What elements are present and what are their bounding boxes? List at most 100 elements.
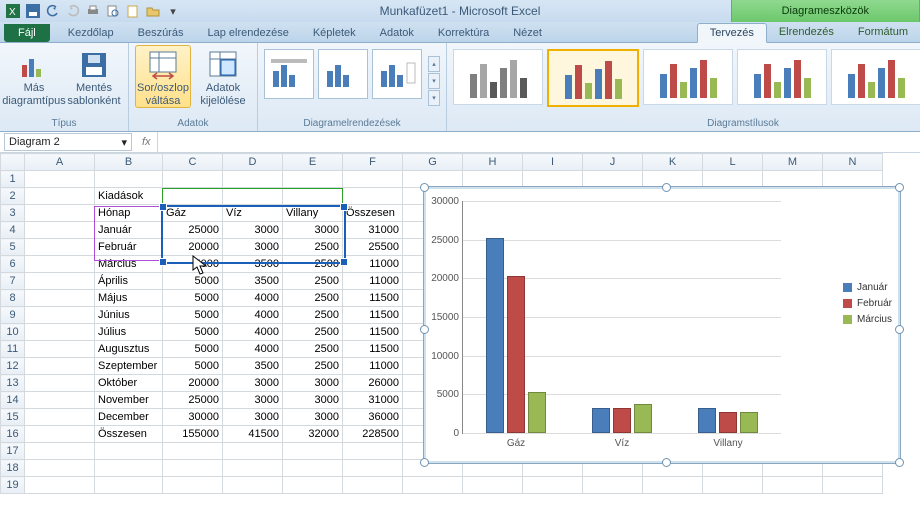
cell[interactable]: 5000 [163,341,223,358]
cell[interactable]: Április [95,273,163,290]
cell[interactable] [343,477,403,494]
cell[interactable] [25,205,95,222]
cell[interactable]: Szeptember [95,358,163,375]
cell[interactable] [583,477,643,494]
redo-icon[interactable] [66,4,80,18]
cell[interactable]: Március [95,256,163,273]
cell[interactable]: 5000 [163,307,223,324]
cell[interactable]: 2500 [283,341,343,358]
cell[interactable] [823,171,883,188]
row-header[interactable]: 9 [1,307,25,324]
cell[interactable] [25,256,95,273]
col-header[interactable]: G [403,154,463,171]
cell[interactable]: 20000 [163,375,223,392]
cell[interactable]: 3000 [223,239,283,256]
cell[interactable] [643,171,703,188]
chart-layout-option[interactable] [264,49,314,99]
cell[interactable] [25,239,95,256]
cell[interactable]: 5000 [163,273,223,290]
cell[interactable] [643,477,703,494]
cell[interactable] [523,477,583,494]
save-icon[interactable] [26,4,40,18]
cell[interactable] [25,426,95,443]
cell[interactable]: 31000 [343,222,403,239]
row-header[interactable]: 2 [1,188,25,205]
cell[interactable]: 11000 [343,358,403,375]
cell[interactable] [343,460,403,477]
chart-style-option[interactable] [831,49,920,105]
cell[interactable]: Összesen [343,205,403,222]
cell[interactable]: Villany [283,205,343,222]
cell[interactable]: 2500 [283,290,343,307]
cell[interactable] [163,460,223,477]
row-header[interactable]: 11 [1,341,25,358]
chart-style-option[interactable] [737,49,827,105]
cell[interactable]: 5000 [163,290,223,307]
cell[interactable] [403,477,463,494]
cell[interactable] [163,188,223,205]
cell[interactable] [223,188,283,205]
qat-dropdown-icon[interactable]: ▾ [166,4,180,18]
cell[interactable]: Összesen [95,426,163,443]
cell[interactable]: 30000 [163,409,223,426]
row-header[interactable]: 15 [1,409,25,426]
row-header[interactable]: 8 [1,290,25,307]
cell[interactable]: 5000 [163,324,223,341]
col-header[interactable]: E [283,154,343,171]
cell[interactable]: 3000 [283,375,343,392]
chart-object[interactable]: 050001000015000200002500030000GázVízVill… [423,186,901,464]
row-header[interactable]: 4 [1,222,25,239]
cell[interactable]: Augusztus [95,341,163,358]
col-header[interactable]: B [95,154,163,171]
chart-layout-option[interactable] [318,49,368,99]
cell[interactable]: 2500 [283,273,343,290]
legend-item[interactable]: Február [843,298,892,309]
cell[interactable] [283,477,343,494]
cell[interactable] [25,375,95,392]
row-header[interactable]: 3 [1,205,25,222]
col-header[interactable]: M [763,154,823,171]
select-data-button[interactable]: Adatok kijelölése [195,45,251,107]
switch-row-column-button[interactable]: Sor/oszlop váltása [135,45,191,108]
cell[interactable]: Gáz [163,205,223,222]
fx-icon[interactable]: fx [142,136,151,148]
cell[interactable]: 4000 [223,307,283,324]
cell[interactable] [25,358,95,375]
save-template-button[interactable]: Mentés sablonként [66,45,122,107]
layouts-scroller[interactable]: ▴▾▾ [428,56,440,106]
cell[interactable]: 32000 [283,426,343,443]
cell[interactable]: 3000 [283,392,343,409]
cell[interactable] [95,171,163,188]
cell[interactable]: 2500 [283,256,343,273]
tab-adatok[interactable]: Adatok [368,24,426,42]
cell[interactable] [463,171,523,188]
chart-style-option[interactable] [453,49,543,105]
row-header[interactable]: 14 [1,392,25,409]
undo-icon[interactable] [46,4,60,18]
cell[interactable]: 2500 [283,324,343,341]
cell[interactable] [25,409,95,426]
cell[interactable]: 41500 [223,426,283,443]
tab-tervezés[interactable]: Tervezés [697,23,767,43]
legend-item[interactable]: Január [843,282,892,293]
cell[interactable]: 5000 [163,256,223,273]
cell[interactable] [163,171,223,188]
cell[interactable]: 5000 [163,358,223,375]
cell[interactable]: 25500 [343,239,403,256]
row-header[interactable]: 10 [1,324,25,341]
select-all-corner[interactable] [1,154,25,171]
chart-bar[interactable] [486,238,504,433]
col-header[interactable]: A [25,154,95,171]
row-header[interactable]: 12 [1,358,25,375]
chart-style-option[interactable] [643,49,733,105]
cell[interactable] [25,290,95,307]
col-header[interactable]: N [823,154,883,171]
cell[interactable]: 26000 [343,375,403,392]
cell[interactable]: 228500 [343,426,403,443]
cell[interactable]: 4000 [223,290,283,307]
cell[interactable] [343,443,403,460]
cell[interactable] [283,171,343,188]
cell[interactable] [25,171,95,188]
cell[interactable] [763,171,823,188]
cell[interactable]: 20000 [163,239,223,256]
